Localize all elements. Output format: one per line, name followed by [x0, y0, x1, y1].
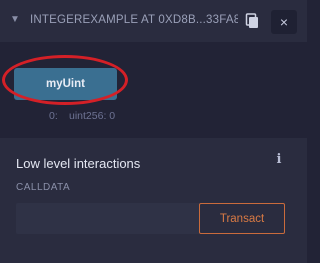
- calldata-input[interactable]: [16, 203, 199, 234]
- close-icon: ×: [279, 14, 289, 30]
- contract-instance-title[interactable]: INTEGEREXAMPLE AT 0XD8B...33FA8 (I: [30, 14, 238, 28]
- copy-icon[interactable]: [244, 12, 262, 30]
- transact-button[interactable]: Transact: [199, 203, 285, 234]
- myuint-function-button[interactable]: myUint: [14, 68, 117, 100]
- function-result: 0: uint256: 0: [49, 110, 169, 124]
- chevron-down-icon[interactable]: ▼: [10, 15, 20, 25]
- close-instance-button[interactable]: ×: [271, 10, 297, 34]
- info-icon[interactable]: i: [273, 152, 285, 168]
- calldata-label: CALLDATA: [16, 182, 71, 193]
- result-value: uint256: 0: [69, 110, 116, 122]
- low-level-title: Low level interactions: [16, 156, 141, 171]
- result-index: 0:: [49, 110, 58, 122]
